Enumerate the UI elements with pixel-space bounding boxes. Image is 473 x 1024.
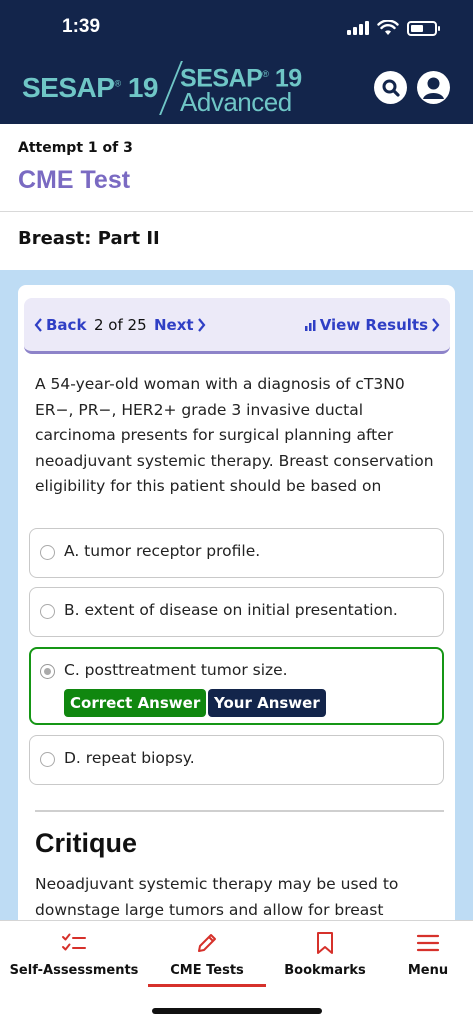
question-position: 2 of 25	[94, 316, 147, 334]
bottom-tab-bar: Self-Assessments CME Tests Bookmarks Men…	[0, 920, 473, 1024]
status-time: 1:39	[62, 16, 101, 37]
account-button[interactable]	[417, 71, 450, 104]
tab-label: CME Tests	[170, 963, 244, 978]
search-icon	[382, 79, 400, 97]
app-header: 1:39 SESAP® 19 SESAP® 19 Advanced	[0, 0, 473, 124]
answer-option-c[interactable]: C. posttreatment tumor size. Correct Ans…	[29, 647, 444, 725]
next-button[interactable]: Next	[154, 316, 206, 334]
radio-button[interactable]	[40, 545, 55, 560]
chevron-left-icon	[34, 318, 42, 332]
tab-menu[interactable]: Menu	[396, 931, 460, 987]
wifi-icon	[377, 20, 399, 35]
test-meta: Attempt 1 of 3 CME Test	[0, 124, 473, 212]
correct-answer-badge: Correct Answer	[64, 689, 207, 717]
answer-option-label: B. extent of disease on initial presenta…	[64, 601, 398, 619]
home-indicator[interactable]	[152, 1008, 322, 1014]
question-text: A 54-year-old woman with a diagnosis of …	[35, 375, 434, 495]
cellular-signal-icon	[347, 21, 369, 35]
view-results-button[interactable]: View Results	[304, 316, 440, 334]
tab-bookmarks[interactable]: Bookmarks	[276, 931, 374, 987]
attempt-label: Attempt 1 of 3	[18, 140, 133, 156]
tab-label: Menu	[407, 963, 449, 978]
bookmark-icon	[317, 932, 333, 954]
tab-label: Bookmarks	[284, 963, 366, 978]
tab-self-assessments[interactable]: Self-Assessments	[6, 931, 142, 987]
page-title: CME Test	[18, 166, 131, 194]
sesap-logo: SESAP® 19 SESAP® 19 Advanced	[22, 60, 302, 116]
logo-advanced: SESAP® 19 Advanced	[180, 64, 302, 118]
status-icons	[347, 20, 440, 36]
chevron-right-icon	[197, 318, 206, 332]
chevron-right-icon	[432, 318, 440, 332]
radio-button[interactable]	[40, 752, 55, 767]
radio-button[interactable]	[40, 604, 55, 619]
bar-chart-icon	[304, 320, 316, 331]
answer-option-b[interactable]: B. extent of disease on initial presenta…	[29, 587, 444, 637]
hamburger-menu-icon	[416, 934, 440, 952]
tab-label: Self-Assessments	[9, 963, 139, 978]
critique-text: Neoadjuvant systemic therapy may be used…	[35, 875, 399, 919]
back-button[interactable]: Back	[34, 316, 86, 334]
answer-option-d[interactable]: D. repeat biopsy.	[29, 735, 444, 785]
status-bar: 1:39	[0, 0, 473, 56]
your-answer-badge: Your Answer	[208, 689, 326, 717]
tab-cme-tests[interactable]: CME Tests	[148, 931, 266, 987]
critique-heading: Critique	[35, 828, 138, 858]
answer-option-label: A. tumor receptor profile.	[64, 542, 261, 560]
battery-icon	[407, 20, 440, 36]
answer-option-a[interactable]: A. tumor receptor profile.	[29, 528, 444, 578]
divider	[35, 810, 444, 812]
radio-button-selected[interactable]	[40, 664, 55, 679]
checklist-icon	[62, 933, 86, 951]
logo-main-text: SESAP	[22, 72, 115, 103]
active-tab-indicator	[148, 984, 266, 987]
search-button[interactable]	[374, 71, 407, 104]
answer-option-label: C. posttreatment tumor size.	[64, 661, 288, 679]
user-icon	[423, 77, 444, 99]
section-title: Breast: Part II	[18, 228, 160, 249]
answer-option-label: D. repeat biopsy.	[64, 749, 195, 767]
question-navigation: Back 2 of 25 Next View Results	[24, 298, 450, 354]
pencil-icon	[198, 934, 216, 952]
